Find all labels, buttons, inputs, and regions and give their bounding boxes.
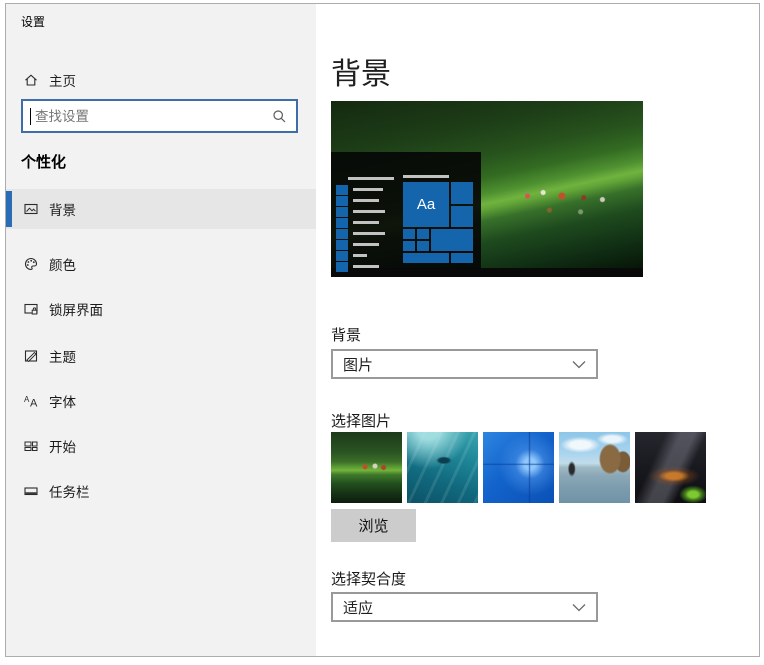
- sidebar: 设置 主页 个性化 背景: [6, 4, 316, 656]
- sidebar-item-label: 开始: [49, 436, 76, 456]
- thumbnail-night-sky-tent[interactable]: [635, 432, 706, 503]
- menu-tile: [336, 218, 348, 228]
- menu-tile: [336, 185, 348, 195]
- main-content: 背景 Aa: [331, 4, 760, 656]
- menu-line: [353, 210, 385, 213]
- menu-tile: [336, 229, 348, 239]
- sidebar-item-label: 字体: [49, 391, 76, 411]
- menu-tile: [336, 262, 348, 272]
- svg-text:A: A: [30, 398, 38, 410]
- start-tile: [403, 253, 449, 263]
- start-tile: [431, 229, 473, 251]
- sidebar-item-label: 背景: [49, 199, 76, 219]
- start-tile: [417, 241, 429, 251]
- start-menu-overlay: Aa: [331, 152, 481, 269]
- window-title: 设置: [21, 13, 45, 30]
- sidebar-home-label: 主页: [49, 70, 76, 90]
- palette-icon: [23, 256, 39, 272]
- background-preview-image: Aa: [331, 101, 643, 277]
- menu-line: [353, 199, 379, 202]
- search-icon[interactable]: [272, 109, 287, 124]
- chevron-down-icon: [572, 603, 586, 612]
- sidebar-item-home[interactable]: 主页: [6, 61, 316, 99]
- search-box[interactable]: [21, 99, 298, 133]
- start-tile: [451, 206, 473, 227]
- sidebar-item-label: 颜色: [49, 254, 76, 274]
- menu-line: [403, 175, 449, 178]
- menu-tile: [336, 251, 348, 261]
- menu-line: [353, 188, 383, 191]
- menu-line: [353, 243, 379, 246]
- sidebar-item-colors[interactable]: 颜色: [6, 244, 316, 284]
- lock-screen-icon: [23, 301, 39, 317]
- start-tile: [403, 241, 415, 251]
- sidebar-item-label: 锁屏界面: [49, 299, 103, 319]
- sidebar-item-background[interactable]: 背景: [6, 189, 316, 229]
- sidebar-item-taskbar[interactable]: 任务栏: [6, 471, 316, 511]
- sidebar-item-label: 任务栏: [49, 481, 90, 501]
- menu-line: [353, 221, 379, 224]
- browse-button[interactable]: 浏览: [331, 509, 416, 542]
- menu-line: [348, 177, 394, 180]
- sidebar-item-label: 主题: [49, 346, 76, 366]
- sidebar-item-start[interactable]: 开始: [6, 426, 316, 466]
- chevron-down-icon: [572, 360, 586, 369]
- background-type-value: 图片: [343, 354, 373, 375]
- background-image-icon: [23, 201, 39, 217]
- start-tile: [403, 229, 415, 239]
- page-title: 背景: [331, 49, 391, 93]
- sidebar-item-lock-screen[interactable]: 锁屏界面: [6, 289, 316, 329]
- sidebar-item-fonts[interactable]: A A 字体: [6, 381, 316, 421]
- thumbnail-beach-rock-arch[interactable]: [559, 432, 630, 503]
- fonts-icon: A A: [23, 393, 39, 409]
- home-icon: [23, 72, 39, 88]
- menu-line: [353, 254, 367, 257]
- start-tile: [417, 229, 429, 239]
- start-icon: [23, 438, 39, 454]
- thumbnail-windows-default-blue[interactable]: [483, 432, 554, 503]
- menu-tile: [336, 240, 348, 250]
- theme-icon: [23, 348, 39, 364]
- sidebar-section-header: 个性化: [21, 151, 66, 172]
- background-dropdown-label: 背景: [331, 324, 361, 345]
- start-tile: [451, 182, 473, 204]
- sidebar-item-themes[interactable]: 主题: [6, 336, 316, 376]
- desktop-background: 设置 主页 个性化 背景: [0, 0, 764, 665]
- background-type-dropdown[interactable]: 图片: [331, 349, 598, 379]
- fit-dropdown-label: 选择契合度: [331, 568, 406, 589]
- fit-dropdown[interactable]: 适应: [331, 592, 598, 622]
- choose-picture-label: 选择图片: [331, 410, 391, 431]
- settings-window: 设置 主页 个性化 背景: [5, 3, 760, 657]
- fit-value: 适应: [343, 597, 373, 618]
- thumbnail-fjord-landscape[interactable]: [331, 432, 402, 503]
- search-input[interactable]: [31, 109, 272, 124]
- start-tile: [451, 253, 473, 263]
- menu-tile: [336, 196, 348, 206]
- menu-line: [353, 265, 379, 268]
- aa-tile: Aa: [403, 182, 449, 227]
- menu-line: [353, 232, 385, 235]
- taskbar-icon: [23, 483, 39, 499]
- menu-tile: [336, 207, 348, 217]
- thumbnail-underwater-swimmer[interactable]: [407, 432, 478, 503]
